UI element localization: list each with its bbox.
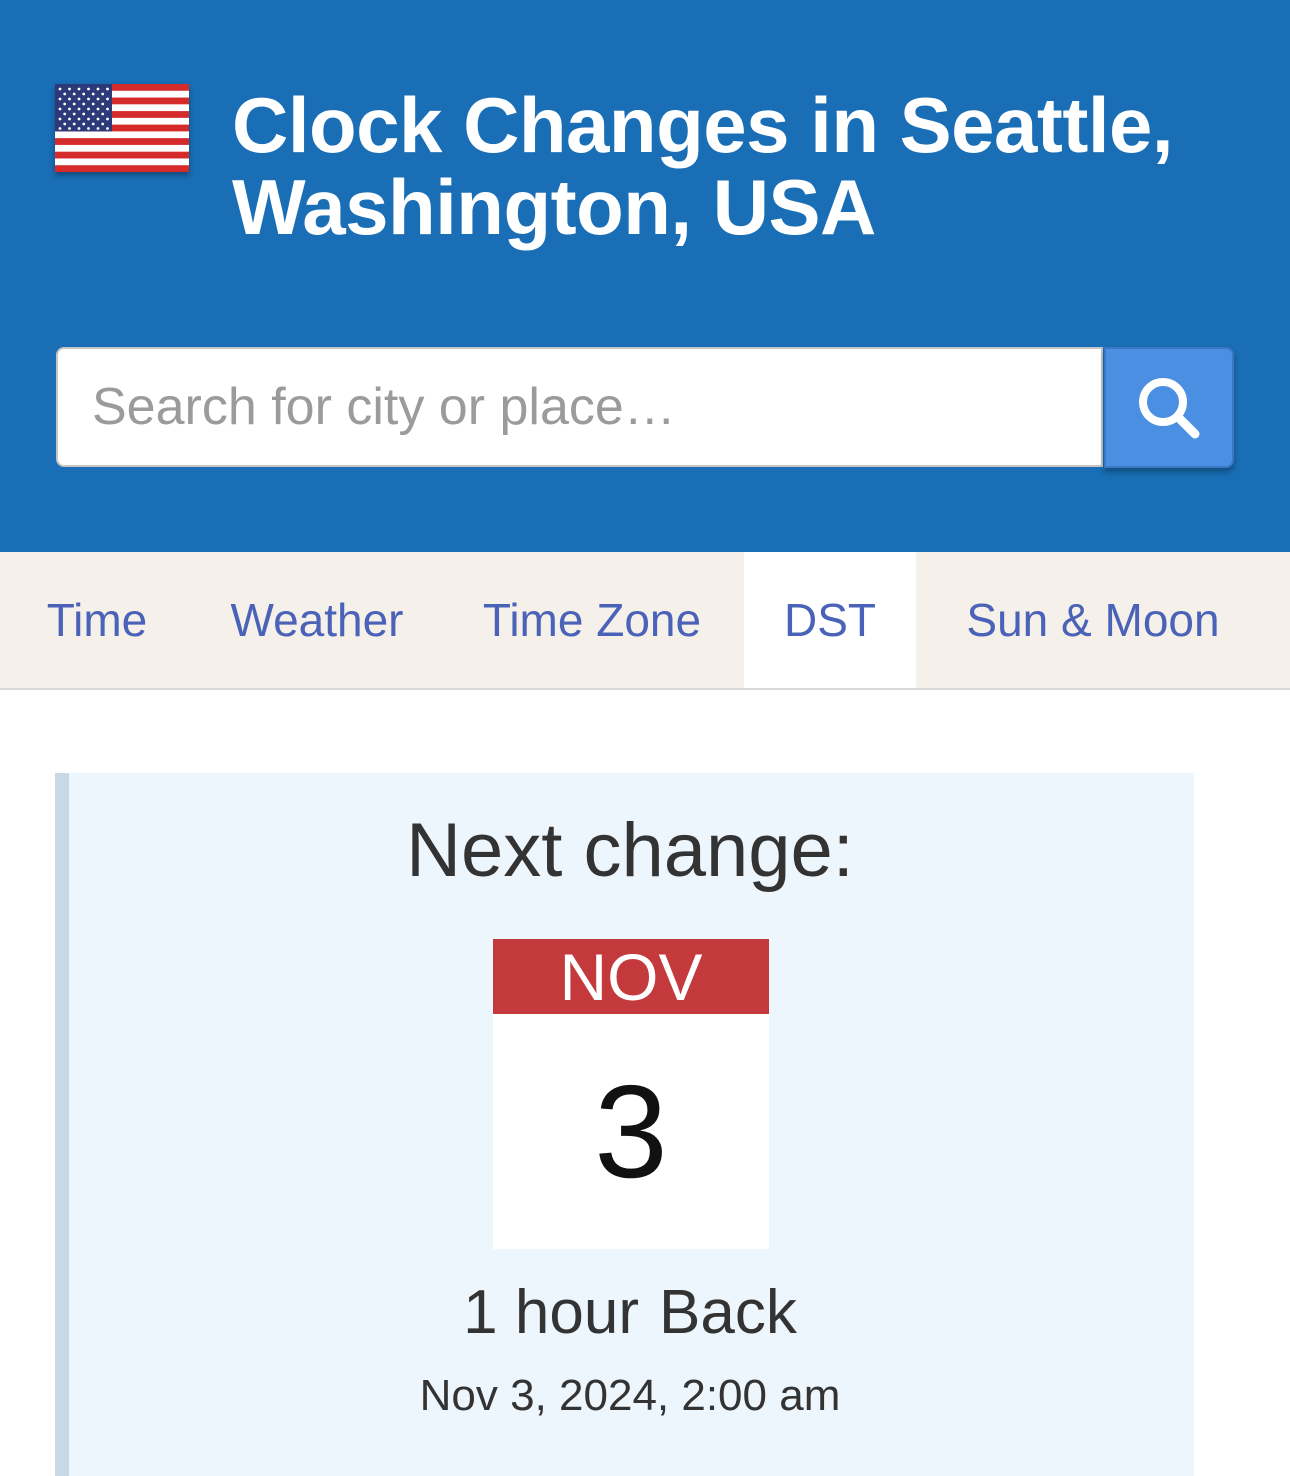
tab-bar: Time Weather Time Zone DST Sun & Moon: [0, 552, 1290, 690]
calendar-day: 3: [594, 1058, 668, 1205]
tab-dst[interactable]: DST: [744, 552, 916, 688]
change-direction: Back: [658, 1278, 797, 1347]
us-flag-icon: [55, 84, 189, 172]
tab-weather[interactable]: Weather: [194, 552, 440, 688]
tab-time[interactable]: Time: [0, 552, 194, 688]
calendar-month: NOV: [493, 939, 769, 1014]
tab-time-zone[interactable]: Time Zone: [440, 552, 744, 688]
next-change-label: Next change:: [406, 808, 854, 893]
search-input[interactable]: [56, 347, 1103, 467]
change-datetime: Nov 3, 2024, 2:00 am: [419, 1371, 841, 1420]
change-description: 1 hour Back: [0, 1278, 1260, 1348]
search-button[interactable]: [1104, 347, 1234, 468]
tab-sun-moon[interactable]: Sun & Moon: [916, 552, 1270, 688]
change-amount: 1 hour: [463, 1278, 639, 1347]
search-icon: [1139, 377, 1200, 438]
calendar-icon: NOV 3: [493, 939, 769, 1249]
page-title: Clock Changes in Seattle, Washington, US…: [232, 81, 1174, 251]
header: Clock Changes in Seattle, Washington, US…: [0, 0, 1290, 552]
